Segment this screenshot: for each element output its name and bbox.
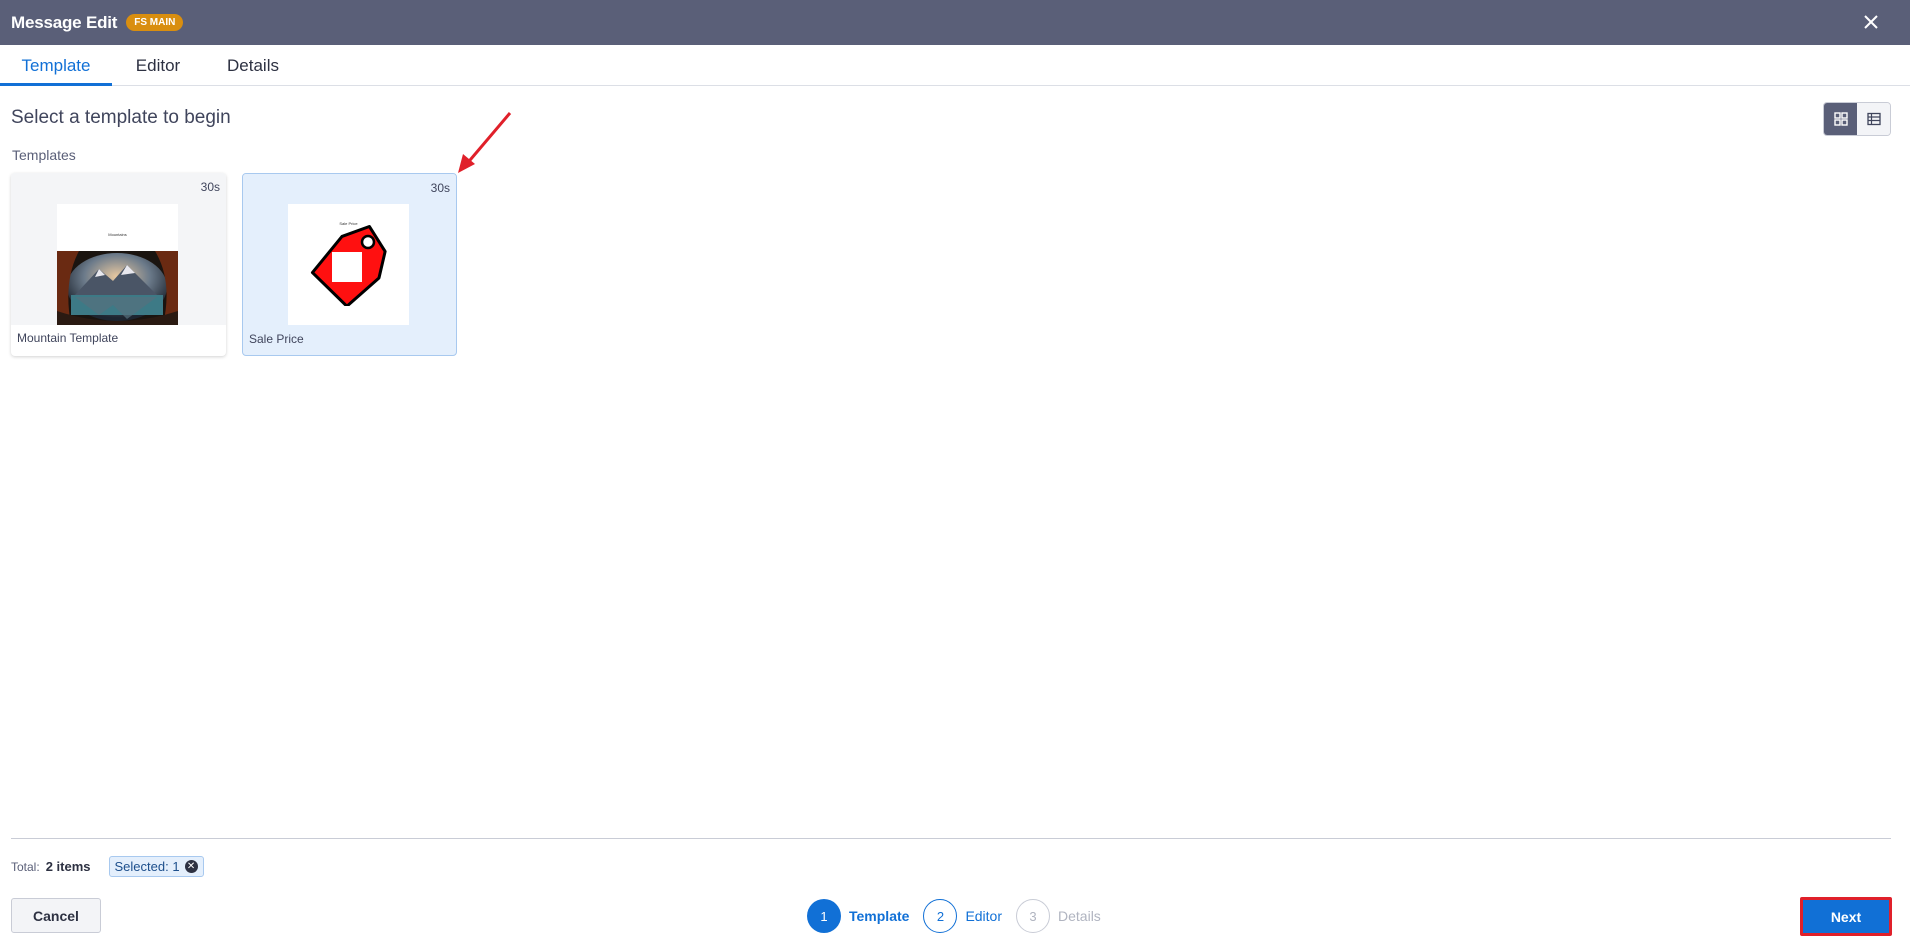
template-name: Sale Price bbox=[249, 332, 304, 346]
step-label: Template bbox=[849, 908, 910, 924]
mountain-image bbox=[57, 251, 178, 325]
close-icon[interactable] bbox=[1860, 11, 1882, 33]
section-label: Templates bbox=[12, 147, 76, 163]
tab-template[interactable]: Template bbox=[0, 45, 112, 86]
page-heading: Select a template to begin bbox=[11, 107, 231, 128]
tab-bar: Template Editor Details bbox=[0, 45, 1910, 86]
step-number: 3 bbox=[1016, 899, 1051, 933]
grid-icon bbox=[1833, 112, 1848, 126]
card-thumbnail-area: 30s Mountains bbox=[11, 173, 226, 325]
grid-view-button[interactable] bbox=[1824, 103, 1857, 135]
selection-summary: Total: 2 items Selected: 1 ✕ bbox=[11, 856, 204, 877]
tab-details[interactable]: Details bbox=[214, 45, 292, 86]
selected-count: Selected: 1 bbox=[114, 859, 180, 874]
step-editor[interactable]: 2 Editor bbox=[923, 899, 1002, 933]
footer-divider bbox=[11, 838, 1891, 839]
duration-label: 30s bbox=[430, 181, 450, 195]
total-label: Total: bbox=[11, 859, 40, 874]
wizard-stepper: 1 Template 2 Editor 3 Details bbox=[807, 899, 1115, 933]
annotation-arrow-icon bbox=[458, 112, 512, 173]
environment-badge: FS MAIN bbox=[126, 14, 184, 31]
table-icon bbox=[1866, 112, 1881, 126]
next-button[interactable]: Next bbox=[1800, 897, 1892, 936]
list-view-button[interactable] bbox=[1857, 103, 1890, 135]
tab-editor[interactable]: Editor bbox=[120, 45, 196, 86]
view-toggle bbox=[1823, 102, 1891, 136]
step-label: Editor bbox=[965, 908, 1003, 924]
selected-chip: Selected: 1 ✕ bbox=[108, 856, 204, 877]
step-template[interactable]: 1 Template bbox=[807, 899, 909, 933]
template-preview: Mountains bbox=[57, 204, 178, 325]
cancel-button[interactable]: Cancel bbox=[11, 898, 101, 933]
duration-label: 30s bbox=[200, 180, 220, 194]
total-count: 2 items bbox=[45, 859, 91, 874]
step-label: Details bbox=[1058, 908, 1101, 924]
step-details: 3 Details bbox=[1016, 899, 1101, 933]
window-title: Message Edit bbox=[11, 12, 118, 32]
template-card-sale-price[interactable]: 30s Sale Price Sale Price bbox=[242, 173, 457, 356]
price-tag-icon bbox=[310, 224, 387, 306]
step-number: 2 bbox=[923, 899, 958, 933]
template-card-mountain[interactable]: 30s Mountains Mountain Template bbox=[11, 173, 226, 356]
preview-caption: Mountains bbox=[108, 232, 127, 237]
title-bar: Message Edit FS MAIN bbox=[0, 0, 1910, 45]
clear-selection-icon[interactable]: ✕ bbox=[184, 860, 198, 873]
template-preview: Sale Price bbox=[288, 204, 409, 325]
template-name: Mountain Template bbox=[17, 331, 119, 345]
step-number: 1 bbox=[807, 899, 841, 933]
card-thumbnail-area: 30s Sale Price bbox=[243, 174, 456, 326]
